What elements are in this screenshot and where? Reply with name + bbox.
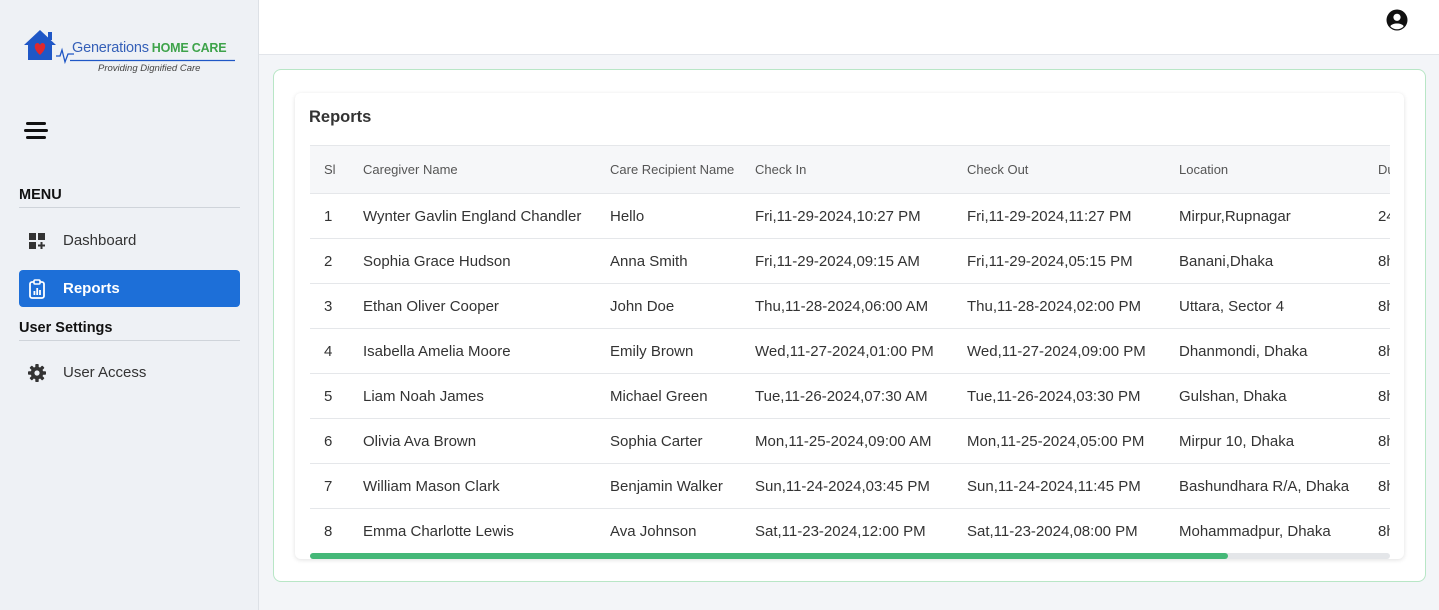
sidebar-item-label: Dashboard — [63, 232, 137, 249]
cell-sl: 7 — [310, 463, 363, 509]
cell-duration: 8h — [1378, 463, 1390, 509]
house-heart-icon — [24, 30, 74, 65]
logo-underline — [70, 59, 235, 62]
cell-check-out: Sat,11-23-2024,08:00 PM — [967, 508, 1179, 553]
cell-check-in: Sat,11-23-2024,12:00 PM — [755, 508, 967, 553]
cell-check-in: Mon,11-25-2024,09:00 AM — [755, 418, 967, 464]
scrollbar-thumb[interactable] — [310, 553, 1228, 559]
cell-sl: 5 — [310, 373, 363, 419]
cell-check-in: Fri,11-29-2024,10:27 PM — [755, 193, 967, 239]
cell-location: Bashundhara R/A, Dhaka — [1179, 463, 1378, 509]
cell-caregiver-name: Ethan Oliver Cooper — [363, 283, 610, 329]
cell-check-out: Tue,11-26-2024,03:30 PM — [967, 373, 1179, 419]
cell-care-recipient-name: Benjamin Walker — [610, 463, 755, 509]
table-row[interactable]: 6 Olivia Ava Brown Sophia Carter Mon,11-… — [310, 418, 1390, 464]
cell-location: Mirpur 10, Dhaka — [1179, 418, 1378, 464]
table-row[interactable]: 1 Wynter Gavlin England Chandler Hello F… — [310, 193, 1390, 239]
cell-sl: 2 — [310, 238, 363, 284]
cell-check-in: Fri,11-29-2024,09:15 AM — [755, 238, 967, 284]
cell-location: Banani,Dhaka — [1179, 238, 1378, 284]
column-header-check-in[interactable]: Check In — [755, 145, 967, 194]
cell-caregiver-name: Isabella Amelia Moore — [363, 328, 610, 374]
cell-location: Mirpur,Rupnagar — [1179, 193, 1378, 239]
cell-check-in: Thu,11-28-2024,06:00 AM — [755, 283, 967, 329]
reports-table-wrapper[interactable]: Sl Caregiver Name Care Recipient Name Ch… — [310, 145, 1390, 553]
top-header — [259, 0, 1439, 55]
cell-duration: 8h — [1378, 418, 1390, 464]
table-header-row: Sl Caregiver Name Care Recipient Name Ch… — [310, 145, 1390, 194]
column-header-sl[interactable]: Sl — [310, 145, 363, 194]
table-row[interactable]: 7 William Mason Clark Benjamin Walker Su… — [310, 463, 1390, 509]
gear-icon — [27, 363, 47, 383]
cell-duration: 8h — [1378, 373, 1390, 419]
cell-duration: 8h — [1378, 328, 1390, 374]
sidebar-item-label: User Access — [63, 364, 147, 381]
cell-sl: 3 — [310, 283, 363, 329]
cell-check-out: Fri,11-29-2024,11:27 PM — [967, 193, 1179, 239]
cell-duration: 8h — [1378, 238, 1390, 284]
cell-check-out: Fri,11-29-2024,05:15 PM — [967, 238, 1179, 284]
menu-section-title: MENU — [19, 187, 240, 208]
cell-caregiver-name: Liam Noah James — [363, 373, 610, 419]
user-settings-section-title: User Settings — [19, 320, 240, 341]
cell-location: Gulshan, Dhaka — [1179, 373, 1378, 419]
cell-location: Mohammadpur, Dhaka — [1179, 508, 1378, 553]
table-row[interactable]: 4 Isabella Amelia Moore Emily Brown Wed,… — [310, 328, 1390, 374]
cell-caregiver-name: William Mason Clark — [363, 463, 610, 509]
cell-location: Dhanmondi, Dhaka — [1179, 328, 1378, 374]
cell-care-recipient-name: Emily Brown — [610, 328, 755, 374]
user-circle-icon[interactable] — [1386, 9, 1408, 31]
logo[interactable]: Generations HOME CARE Providing Dignified… — [22, 26, 237, 78]
cell-care-recipient-name: Ava Johnson — [610, 508, 755, 553]
cell-caregiver-name: Emma Charlotte Lewis — [363, 508, 610, 553]
cell-care-recipient-name: John Doe — [610, 283, 755, 329]
reports-table: Sl Caregiver Name Care Recipient Name Ch… — [310, 145, 1390, 553]
logo-brand: Generations HOME CARE — [72, 40, 227, 56]
hamburger-menu-icon[interactable] — [24, 120, 50, 142]
cell-sl: 6 — [310, 418, 363, 464]
cell-check-in: Wed,11-27-2024,01:00 PM — [755, 328, 967, 374]
sidebar: Generations HOME CARE Providing Dignified… — [0, 0, 259, 610]
cell-check-in: Tue,11-26-2024,07:30 AM — [755, 373, 967, 419]
column-header-duration[interactable]: Du — [1378, 145, 1390, 194]
dashboard-icon — [27, 231, 47, 251]
sidebar-item-dashboard[interactable]: Dashboard — [19, 222, 240, 259]
cell-sl: 1 — [310, 193, 363, 239]
column-header-care-recipient-name[interactable]: Care Recipient Name — [610, 145, 755, 194]
cell-care-recipient-name: Sophia Carter — [610, 418, 755, 464]
column-header-check-out[interactable]: Check Out — [967, 145, 1179, 194]
cell-duration: 8h — [1378, 508, 1390, 553]
table-row[interactable]: 2 Sophia Grace Hudson Anna Smith Fri,11-… — [310, 238, 1390, 284]
cell-care-recipient-name: Michael Green — [610, 373, 755, 419]
cell-sl: 4 — [310, 328, 363, 374]
column-header-caregiver-name[interactable]: Caregiver Name — [363, 145, 610, 194]
cell-duration: 24 — [1378, 193, 1390, 239]
cell-sl: 8 — [310, 508, 363, 553]
cell-check-out: Thu,11-28-2024,02:00 PM — [967, 283, 1179, 329]
cell-caregiver-name: Olivia Ava Brown — [363, 418, 610, 464]
horizontal-scrollbar[interactable] — [310, 553, 1390, 559]
sidebar-item-reports[interactable]: Reports — [19, 270, 240, 307]
page-title: Reports — [309, 108, 372, 126]
column-header-location[interactable]: Location — [1179, 145, 1378, 194]
sidebar-item-user-access[interactable]: User Access — [19, 354, 240, 391]
table-row[interactable]: 5 Liam Noah James Michael Green Tue,11-2… — [310, 373, 1390, 419]
table-row[interactable]: 8 Emma Charlotte Lewis Ava Johnson Sat,1… — [310, 508, 1390, 553]
cell-location: Uttara, Sector 4 — [1179, 283, 1378, 329]
cell-check-out: Wed,11-27-2024,09:00 PM — [967, 328, 1179, 374]
reports-card: Reports Sl Caregiver Name Care Recipient… — [295, 93, 1404, 559]
cell-caregiver-name: Wynter Gavlin England Chandler — [363, 193, 610, 239]
cell-check-out: Mon,11-25-2024,05:00 PM — [967, 418, 1179, 464]
cell-check-in: Sun,11-24-2024,03:45 PM — [755, 463, 967, 509]
sidebar-item-label: Reports — [63, 280, 120, 297]
cell-duration: 8h — [1378, 283, 1390, 329]
cell-caregiver-name: Sophia Grace Hudson — [363, 238, 610, 284]
table-row[interactable]: 3 Ethan Oliver Cooper John Doe Thu,11-28… — [310, 283, 1390, 329]
cell-care-recipient-name: Hello — [610, 193, 755, 239]
cell-check-out: Sun,11-24-2024,11:45 PM — [967, 463, 1179, 509]
clipboard-report-icon — [27, 278, 47, 299]
cell-care-recipient-name: Anna Smith — [610, 238, 755, 284]
logo-tagline: Providing Dignified Care — [98, 63, 201, 74]
